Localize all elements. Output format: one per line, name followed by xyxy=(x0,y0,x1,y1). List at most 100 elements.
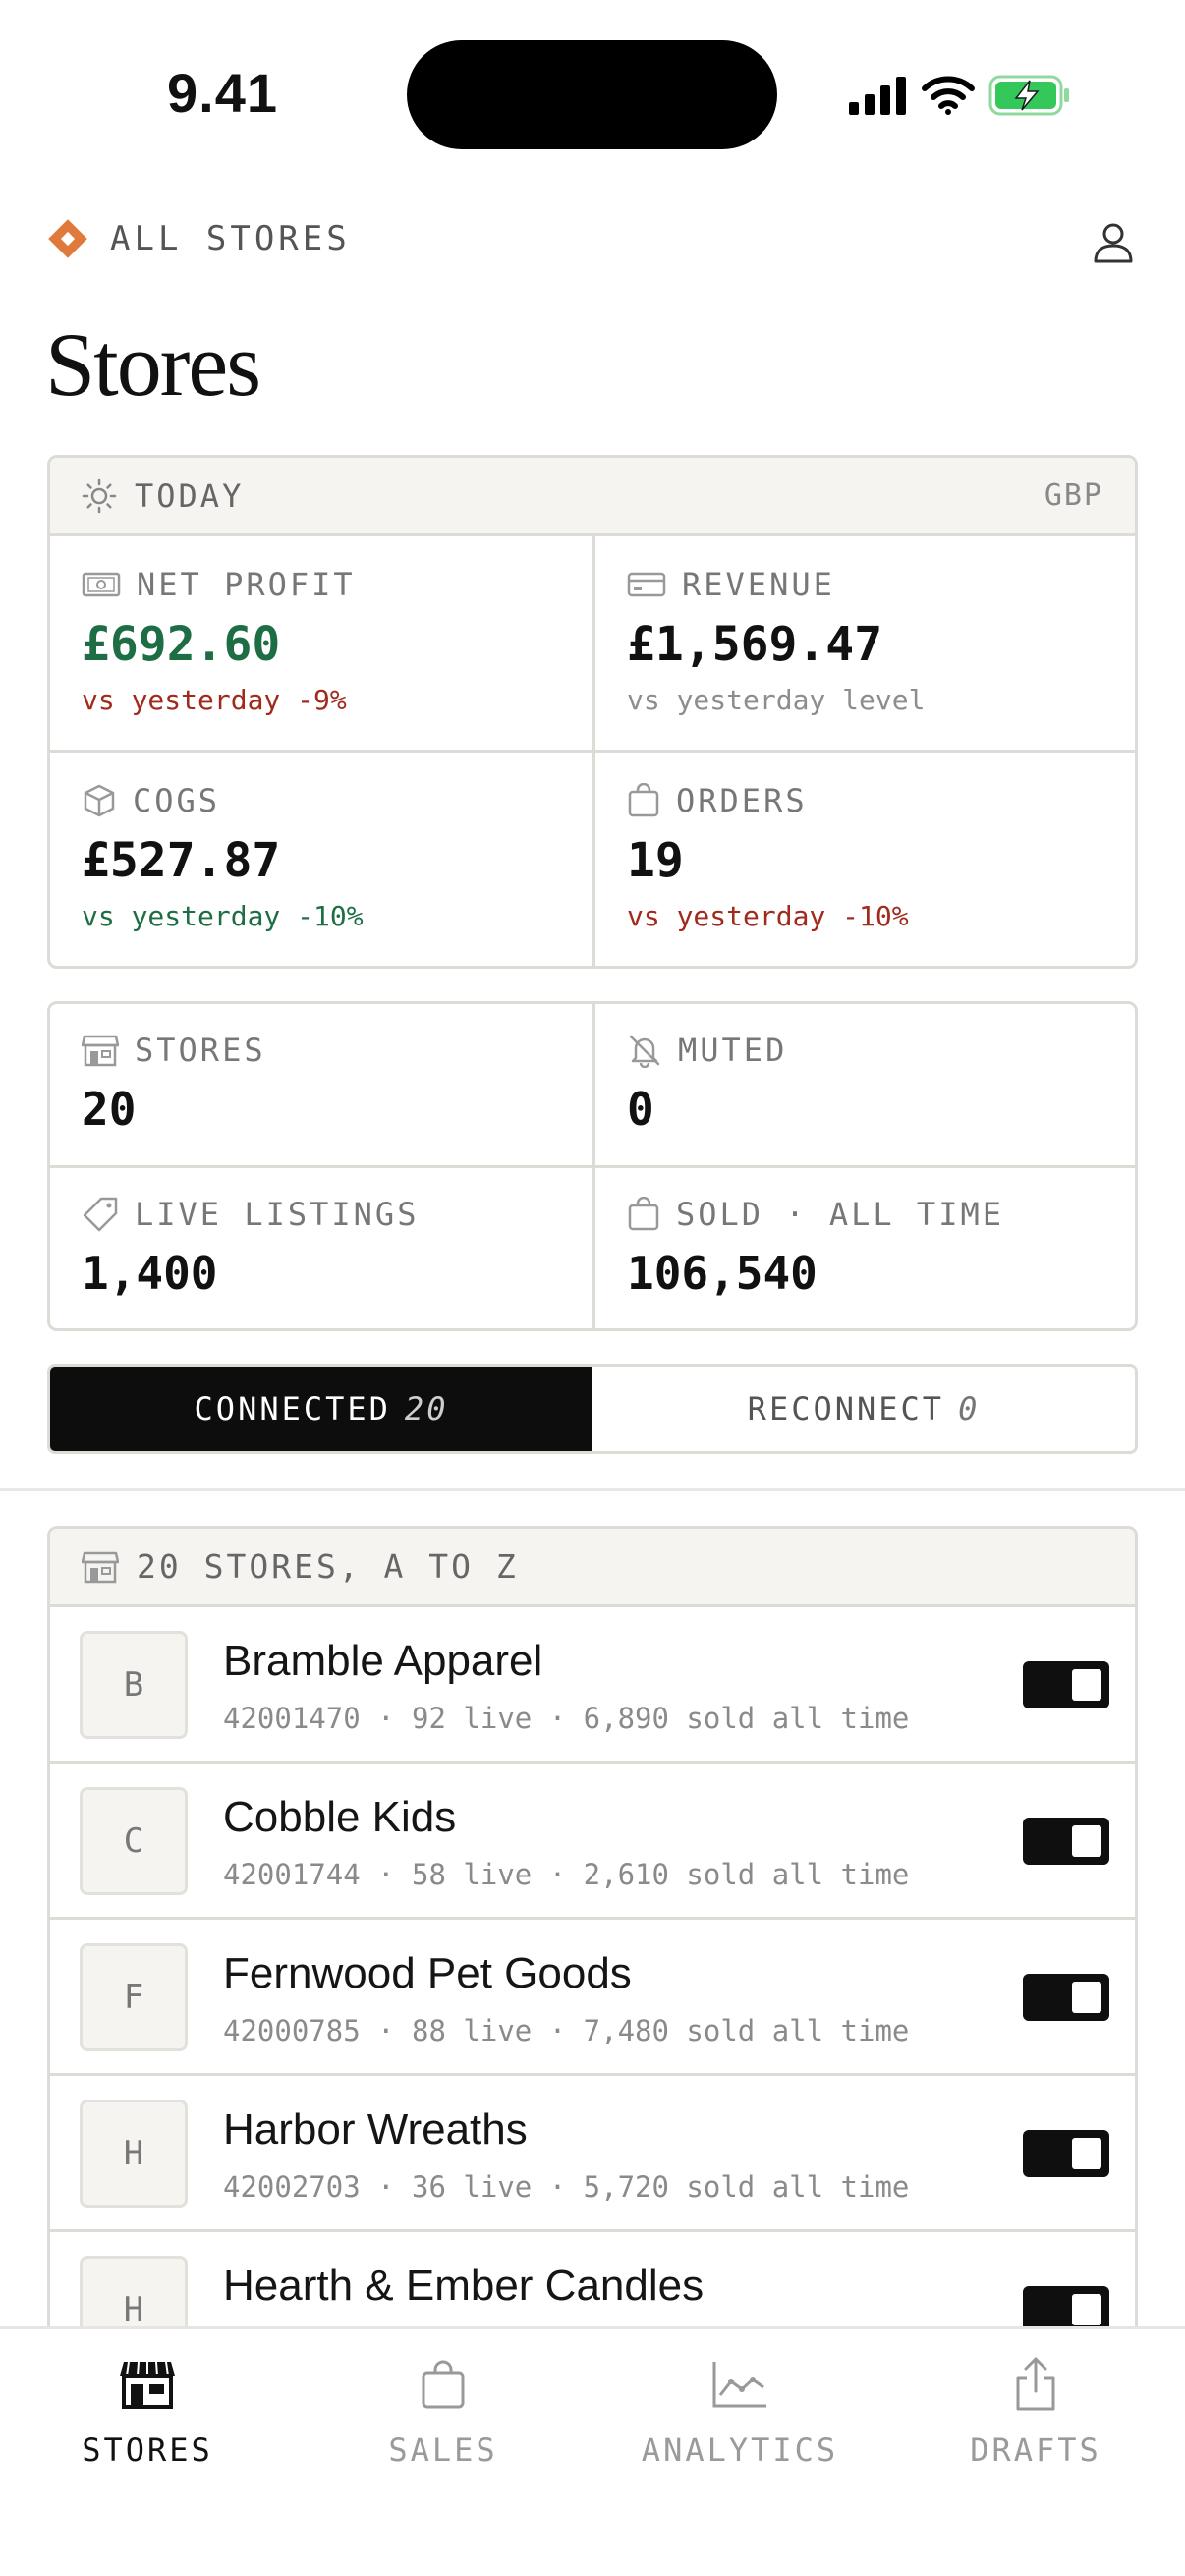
store-row[interactable]: B Bramble Apparel 42001470 · 92 live · 6… xyxy=(50,1607,1135,1764)
stores-count-cell: STORES 20 xyxy=(50,1004,592,1168)
revenue-cell: REVENUE £1,569.47 vs yesterday level xyxy=(592,536,1135,753)
store-avatar: H xyxy=(80,2256,188,2327)
store-enabled-toggle[interactable] xyxy=(1023,1818,1109,1865)
signal-icon xyxy=(849,77,906,115)
connected-label: CONNECTED xyxy=(194,1390,391,1428)
tab-sales[interactable]: SALES xyxy=(296,2329,591,2526)
muted-value: 0 xyxy=(627,1083,654,1136)
store-name: Bramble Apparel xyxy=(223,1637,543,1685)
status-bar: 9.41 xyxy=(0,0,1185,187)
store-list-title: 20 STORES, A TO Z xyxy=(137,1547,519,1586)
net-profit-cell: NET PROFIT £692.60 vs yesterday -9% xyxy=(50,536,592,753)
box-icon xyxy=(84,784,115,817)
storefront-icon xyxy=(82,1551,119,1583)
breadcrumb-label: ALL STORES xyxy=(110,219,351,258)
store-name: Cobble Kids xyxy=(223,1793,457,1841)
toggle-knob xyxy=(1072,1982,1101,2013)
store-avatar: C xyxy=(80,1787,188,1895)
net-profit-value: £692.60 xyxy=(82,617,281,672)
live-listings-label: LIVE LISTINGS xyxy=(135,1196,420,1233)
bell-off-icon xyxy=(629,1035,660,1068)
store-enabled-toggle[interactable] xyxy=(1023,2286,1109,2327)
store-enabled-toggle[interactable] xyxy=(1023,1974,1109,2021)
cogs-cell: COGS £527.87 vs yesterday -10% xyxy=(50,753,592,966)
tab-connected[interactable]: CONNECTED 20 xyxy=(50,1367,592,1451)
tab-stores-label: STORES xyxy=(82,2432,213,2469)
tab-stores[interactable]: STORES xyxy=(0,2329,295,2526)
toggle-knob xyxy=(1072,2138,1101,2169)
bag-icon xyxy=(628,1197,659,1231)
store-enabled-toggle[interactable] xyxy=(1023,1661,1109,1708)
status-time: 9.41 xyxy=(167,62,278,124)
tab-reconnect[interactable]: RECONNECT 0 xyxy=(592,1367,1135,1451)
toggle-knob xyxy=(1072,2294,1101,2325)
banknote-icon xyxy=(82,572,121,597)
stores-count-label: STORES xyxy=(135,1032,266,1069)
today-label: TODAY xyxy=(135,476,245,515)
tab-drafts[interactable]: DRAFTS xyxy=(888,2329,1183,2526)
tag-icon xyxy=(83,1197,118,1232)
tab-analytics-label: ANALYTICS xyxy=(641,2432,839,2469)
orders-cell: ORDERS 19 vs yesterday -10% xyxy=(592,753,1135,966)
store-list-header: 20 STORES, A TO Z xyxy=(50,1529,1135,1607)
muted-label: MUTED xyxy=(678,1032,788,1069)
store-row[interactable]: H Harbor Wreaths 42002703 · 36 live · 5,… xyxy=(50,2076,1135,2232)
share-icon xyxy=(1016,2357,1055,2411)
toggle-knob xyxy=(1072,1825,1101,1857)
toggle-knob xyxy=(1072,1669,1101,1701)
net-profit-label: NET PROFIT xyxy=(137,566,356,603)
store-meta: 42000785 · 88 live · 7,480 sold all time xyxy=(223,2014,910,2047)
store-name: Fernwood Pet Goods xyxy=(223,1949,632,1997)
store-meta: 42001744 · 58 live · 2,610 sold all time xyxy=(223,1858,910,1891)
store-enabled-toggle[interactable] xyxy=(1023,2130,1109,2177)
store-list: 20 STORES, A TO Z B Bramble Apparel 4200… xyxy=(47,1526,1138,2327)
reconnect-count: 0 xyxy=(958,1390,981,1428)
status-icons xyxy=(847,71,1071,120)
brand-diamond-icon xyxy=(48,219,87,258)
currency-label: GBP xyxy=(1044,478,1103,513)
net-profit-delta: vs yesterday -9% xyxy=(82,684,347,716)
sold-all-time-value: 106,540 xyxy=(627,1247,818,1300)
line-chart-icon xyxy=(712,2362,766,2408)
tab-analytics[interactable]: ANALYTICS xyxy=(592,2329,887,2526)
muted-cell: MUTED 0 xyxy=(592,1004,1135,1168)
breadcrumb[interactable]: ALL STORES xyxy=(47,218,351,259)
summary-card: STORES 20 MUTED 0 LIVE LISTINGS 1,400 SO… xyxy=(47,1001,1138,1331)
tab-drafts-label: DRAFTS xyxy=(970,2432,1101,2469)
connection-segmented-control: CONNECTED 20 RECONNECT 0 xyxy=(47,1364,1138,1454)
battery-charging-icon xyxy=(988,75,1069,116)
today-card: TODAY GBP NET PROFIT £692.60 vs yesterda… xyxy=(47,455,1138,969)
orders-value: 19 xyxy=(627,833,684,888)
dynamic-island xyxy=(407,40,777,149)
store-row[interactable]: H Hearth & Ember Candles xyxy=(50,2232,1135,2327)
storefront-icon xyxy=(120,2361,175,2409)
store-row[interactable]: F Fernwood Pet Goods 42000785 · 88 live … xyxy=(50,1920,1135,2076)
cogs-delta: vs yesterday -10% xyxy=(82,900,364,932)
store-avatar: F xyxy=(80,1943,188,2051)
page-title: Stores xyxy=(45,314,261,415)
wifi-icon xyxy=(922,76,975,115)
cogs-label: COGS xyxy=(133,782,221,819)
live-listings-value: 1,400 xyxy=(82,1247,218,1300)
stores-count-value: 20 xyxy=(82,1083,137,1136)
reconnect-label: RECONNECT xyxy=(747,1390,945,1428)
store-name: Hearth & Ember Candles xyxy=(223,2262,705,2310)
cogs-value: £527.87 xyxy=(82,833,281,888)
live-listings-cell: LIVE LISTINGS 1,400 xyxy=(50,1168,592,1328)
store-meta: 42001470 · 92 live · 6,890 sold all time xyxy=(223,1702,910,1735)
revenue-delta: vs yesterday level xyxy=(627,684,926,716)
store-row[interactable]: C Cobble Kids 42001744 · 58 live · 2,610… xyxy=(50,1764,1135,1920)
sold-all-time-cell: SOLD · ALL TIME 106,540 xyxy=(592,1168,1135,1328)
bottom-tab-bar: STORES SALES ANALYTICS DRAFTS xyxy=(0,2326,1185,2576)
user-icon[interactable] xyxy=(1089,218,1138,267)
connected-count: 20 xyxy=(404,1390,449,1428)
store-avatar: B xyxy=(80,1631,188,1739)
orders-label: ORDERS xyxy=(676,782,808,819)
bag-icon xyxy=(628,783,659,817)
storefront-icon xyxy=(82,1035,119,1067)
store-avatar: H xyxy=(80,2100,188,2208)
credit-card-icon xyxy=(627,572,666,597)
sold-all-time-label: SOLD · ALL TIME xyxy=(676,1196,1004,1233)
sun-icon xyxy=(82,478,117,513)
store-meta: 42002703 · 36 live · 5,720 sold all time xyxy=(223,2170,910,2204)
